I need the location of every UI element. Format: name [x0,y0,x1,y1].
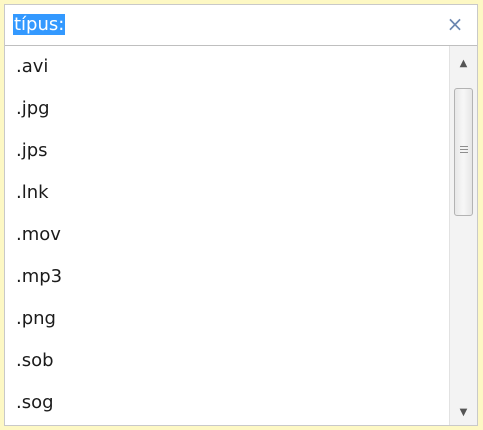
list-item[interactable]: .avi [5,46,449,88]
list-item[interactable]: .jpg [5,88,449,130]
search-row: típus: × [5,5,477,46]
list-item[interactable]: .sog [5,382,449,424]
vertical-scrollbar[interactable]: ▲ ▼ [449,46,477,425]
list-item[interactable]: .png [5,298,449,340]
grip-icon [460,146,468,153]
scrollbar-thumb[interactable] [454,88,473,216]
search-input-selected-text: típus: [13,14,66,35]
close-icon[interactable]: × [445,12,465,36]
list-item[interactable]: .sob [5,340,449,382]
file-type-popup: típus: × .avi .jpg .jps .lnk .mov .mp3 .… [4,4,478,426]
list-item[interactable]: .jps [5,130,449,172]
scroll-up-arrow-icon[interactable]: ▲ [450,54,477,74]
list-item[interactable]: .mp3 [5,256,449,298]
scroll-down-arrow-icon[interactable]: ▼ [450,403,477,423]
list-item[interactable]: .mov [5,214,449,256]
file-type-list: .avi .jpg .jps .lnk .mov .mp3 .png .sob … [5,46,449,425]
search-input[interactable]: típus: [13,13,66,37]
list-item[interactable]: .lnk [5,172,449,214]
